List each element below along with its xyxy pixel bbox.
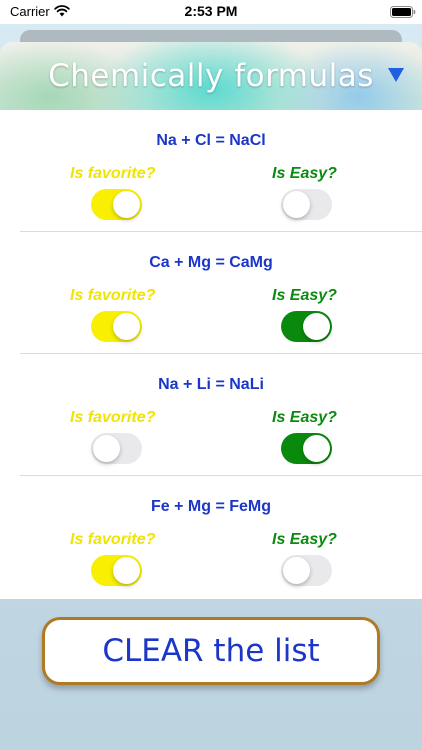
toggle-knob [93,435,120,462]
toggle-knob [303,313,330,340]
easy-toggle[interactable] [281,189,332,220]
easy-toggle[interactable] [281,311,332,342]
easy-toggle[interactable] [281,555,332,586]
easy-label: Is Easy? [272,409,337,426]
list-item: Na + Cl = NaCl Is favorite? Is Easy? [0,110,422,232]
favorite-toggle[interactable] [91,433,142,464]
toggle-knob [113,557,140,584]
toggle-knob [283,557,310,584]
formula-list: Na + Cl = NaCl Is favorite? Is Easy? Ca … [0,110,422,599]
favorite-toggle[interactable] [91,189,142,220]
easy-label: Is Easy? [272,531,337,548]
carrier-label: Carrier [10,4,50,19]
formula-text: Na + Li = NaLi [158,376,264,393]
clear-list-button[interactable]: CLEAR the list [42,617,380,685]
easy-label: Is Easy? [272,287,337,304]
easy-toggle[interactable] [281,433,332,464]
header: Chemically formulas [0,42,422,110]
favorite-label: Is favorite? [70,287,156,304]
favorite-toggle[interactable] [91,555,142,586]
page-title: Chemically formulas [48,58,374,94]
favorite-toggle[interactable] [91,311,142,342]
triangle-down-icon[interactable] [388,68,404,82]
wifi-icon [54,5,70,17]
toggle-knob [283,191,310,218]
toggle-knob [113,313,140,340]
favorite-label: Is favorite? [70,165,156,182]
list-item: Fe + Mg = FeMg Is favorite? Is Easy? [0,476,422,598]
formula-text: Fe + Mg = FeMg [150,498,271,515]
clear-button-label: CLEAR the list [102,633,320,669]
list-item: Ca + Mg = CaMg Is favorite? Is Easy? [0,232,422,354]
easy-label: Is Easy? [272,165,337,182]
battery-icon [390,6,416,18]
favorite-label: Is favorite? [70,409,156,426]
list-item: Na + Li = NaLi Is favorite? Is Easy? [0,354,422,476]
toggle-knob [113,191,140,218]
toggle-knob [303,435,330,462]
favorite-label: Is favorite? [70,531,156,548]
formula-text: Ca + Mg = CaMg [149,254,273,271]
formula-text: Na + Cl = NaCl [156,132,266,149]
status-bar: Carrier 2:53 PM [0,0,422,24]
